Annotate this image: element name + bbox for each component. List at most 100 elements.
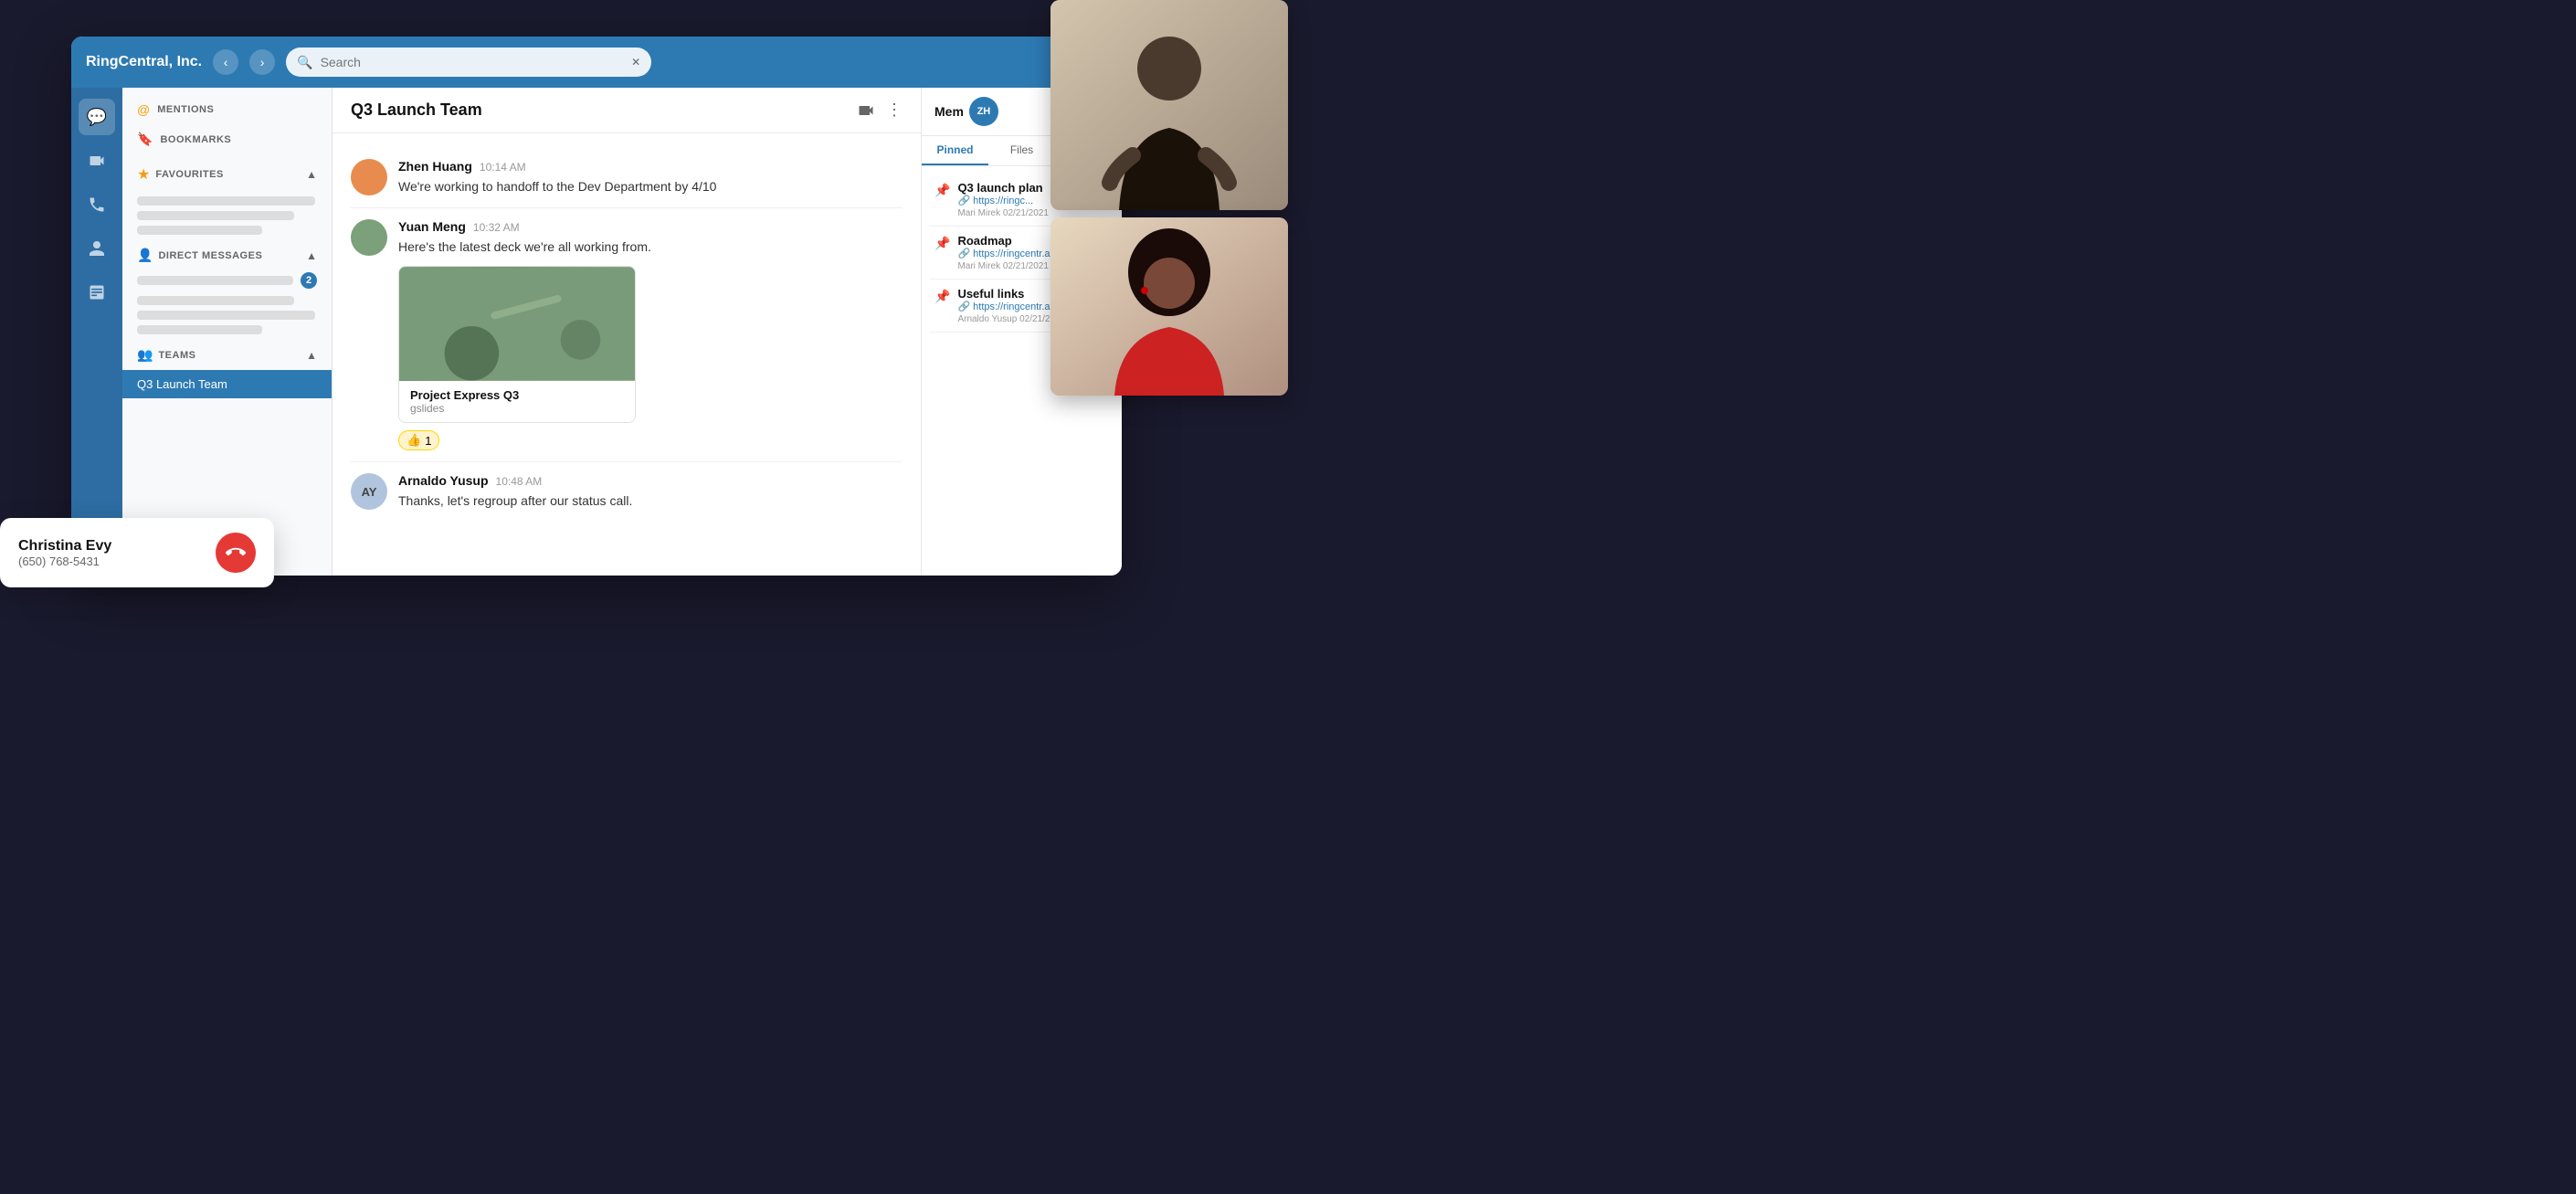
chat-actions: ⋮ [857, 100, 903, 120]
message-header: Zhen Huang 10:14 AM [398, 159, 903, 174]
video-card-bottom [1050, 217, 1288, 396]
attachment-card[interactable]: Project Express Q3 gslides [398, 266, 636, 423]
bookmarks-item[interactable]: 🔖 BOOKMARKS [122, 124, 332, 154]
message-author: Yuan Meng [398, 219, 466, 234]
pin-icon: 📌 [934, 183, 950, 218]
app-header: RingCentral, Inc. ‹ › 🔍 ✕ [71, 37, 1122, 88]
message-header: Arnaldo Yusup 10:48 AM [398, 473, 903, 488]
chat-main: Q3 Launch Team ⋮ [333, 88, 921, 576]
chevron-up-icon-dm: ▲ [306, 249, 317, 262]
call-popup: Christina Evy (650) 768-5431 [0, 518, 274, 587]
message-author: Zhen Huang [398, 159, 472, 174]
icon-sidebar: 💬 [71, 88, 122, 576]
app-title: RingCentral, Inc. [86, 54, 202, 70]
teams-label: TEAMS [158, 350, 195, 361]
message-content: Arnaldo Yusup 10:48 AM Thanks, let's reg… [398, 473, 903, 511]
skeleton-line [137, 296, 294, 305]
chat-header: Q3 Launch Team ⋮ [333, 88, 921, 133]
search-clear-button[interactable]: ✕ [631, 56, 640, 69]
teams-header[interactable]: 👥 TEAMS ▲ [122, 340, 332, 370]
dm-label: DIRECT MESSAGES [158, 250, 262, 261]
sidebar-item-messages[interactable]: 💬 [79, 99, 115, 135]
members-label: Mem [934, 104, 964, 119]
app-window: RingCentral, Inc. ‹ › 🔍 ✕ 💬 [71, 37, 1122, 576]
direct-messages-section: 👤 DIRECT MESSAGES ▲ 2 [122, 240, 332, 334]
message-header: Yuan Meng 10:32 AM [398, 219, 903, 234]
attachment-image [399, 267, 635, 381]
avatar [351, 159, 387, 195]
message-group: Yuan Meng 10:32 AM Here's the latest dec… [351, 208, 903, 462]
search-input[interactable] [321, 55, 625, 69]
sidebar-item-video[interactable] [79, 143, 115, 179]
pin-icon: 📌 [934, 236, 950, 271]
nav-back-button[interactable]: ‹ [213, 49, 238, 75]
message-author: Arnaldo Yusup [398, 473, 489, 488]
link-icon: 🔗 [957, 195, 970, 206]
channel-sidebar: @ MENTIONS 🔖 BOOKMARKS ★ FAVOURITES ▲ [122, 88, 333, 576]
star-icon: ★ [137, 165, 150, 184]
skeleton-line [137, 211, 294, 220]
skeleton-line [137, 311, 315, 320]
skeleton-line [137, 276, 293, 285]
caller-number: (650) 768-5431 [18, 555, 201, 568]
app-body: 💬 [71, 88, 1122, 576]
search-icon: 🔍 [297, 55, 312, 70]
member-avatar: ZH [969, 97, 998, 126]
message-text: Thanks, let's regroup after our status c… [398, 491, 903, 511]
favourites-header[interactable]: ★ FAVOURITES ▲ [122, 158, 332, 191]
message-content: Zhen Huang 10:14 AM We're working to han… [398, 159, 903, 196]
sidebar-item-phone[interactable] [79, 186, 115, 223]
reaction-emoji: 👍 [406, 433, 421, 448]
chevron-up-icon: ▲ [306, 168, 317, 181]
sidebar-item-contacts[interactable] [79, 230, 115, 267]
mentions-section: @ MENTIONS 🔖 BOOKMARKS [122, 95, 332, 154]
bookmarks-label: BOOKMARKS [160, 134, 231, 145]
search-bar: 🔍 ✕ [286, 48, 651, 77]
person-icon: 👤 [137, 248, 153, 263]
reaction-count: 1 [425, 434, 431, 448]
active-team-item[interactable]: Q3 Launch Team [122, 370, 332, 398]
reaction-button[interactable]: 👍 1 [398, 430, 439, 450]
link-icon: 🔗 [957, 301, 970, 312]
dm-badge: 2 [301, 272, 317, 289]
skeleton-line [137, 325, 262, 334]
call-info: Christina Evy (650) 768-5431 [18, 538, 201, 568]
message-content: Yuan Meng 10:32 AM Here's the latest dec… [398, 219, 903, 450]
people-icon: 👥 [137, 347, 153, 363]
mentions-label: MENTIONS [157, 104, 214, 115]
video-card-top [1050, 0, 1288, 210]
attachment-info: Project Express Q3 gslides [399, 381, 635, 422]
chevron-up-icon-teams: ▲ [306, 349, 317, 362]
message-time: 10:48 AM [496, 475, 543, 488]
favourites-section: ★ FAVOURITES ▲ [122, 158, 332, 235]
chat-messages: Zhen Huang 10:14 AM We're working to han… [333, 133, 921, 576]
skeleton-line [137, 196, 315, 206]
message-time: 10:32 AM [473, 221, 520, 234]
at-icon: @ [137, 102, 150, 117]
link-icon: 🔗 [957, 248, 970, 259]
dm-header[interactable]: 👤 DIRECT MESSAGES ▲ [122, 240, 332, 270]
sidebar-item-inbox[interactable] [79, 274, 115, 311]
mentions-item[interactable]: @ MENTIONS [122, 95, 332, 124]
video-bg-woman [1050, 217, 1288, 396]
end-call-button[interactable] [216, 533, 256, 573]
chat-title: Q3 Launch Team [351, 100, 857, 120]
attachment-subtitle: gslides [410, 402, 624, 415]
message-time: 10:14 AM [480, 161, 526, 174]
tab-files[interactable]: Files [988, 136, 1055, 165]
message-text: We're working to handoff to the Dev Depa… [398, 177, 903, 196]
active-team-label: Q3 Launch Team [137, 377, 227, 391]
nav-forward-button[interactable]: › [249, 49, 275, 75]
caller-name: Christina Evy [18, 538, 201, 555]
video-bg-man [1050, 0, 1288, 210]
avatar [351, 219, 387, 256]
favourites-label: FAVOURITES [155, 169, 223, 180]
video-call-button[interactable] [857, 101, 875, 120]
message-group: AY Arnaldo Yusup 10:48 AM Thanks, let's … [351, 462, 903, 522]
teams-section: 👥 TEAMS ▲ Q3 Launch Team [122, 340, 332, 398]
skeleton-line [137, 226, 262, 235]
more-options-button[interactable]: ⋮ [886, 100, 903, 120]
attachment-title: Project Express Q3 [410, 388, 624, 402]
tab-pinned[interactable]: Pinned [922, 136, 988, 165]
pin-icon: 📌 [934, 289, 950, 324]
